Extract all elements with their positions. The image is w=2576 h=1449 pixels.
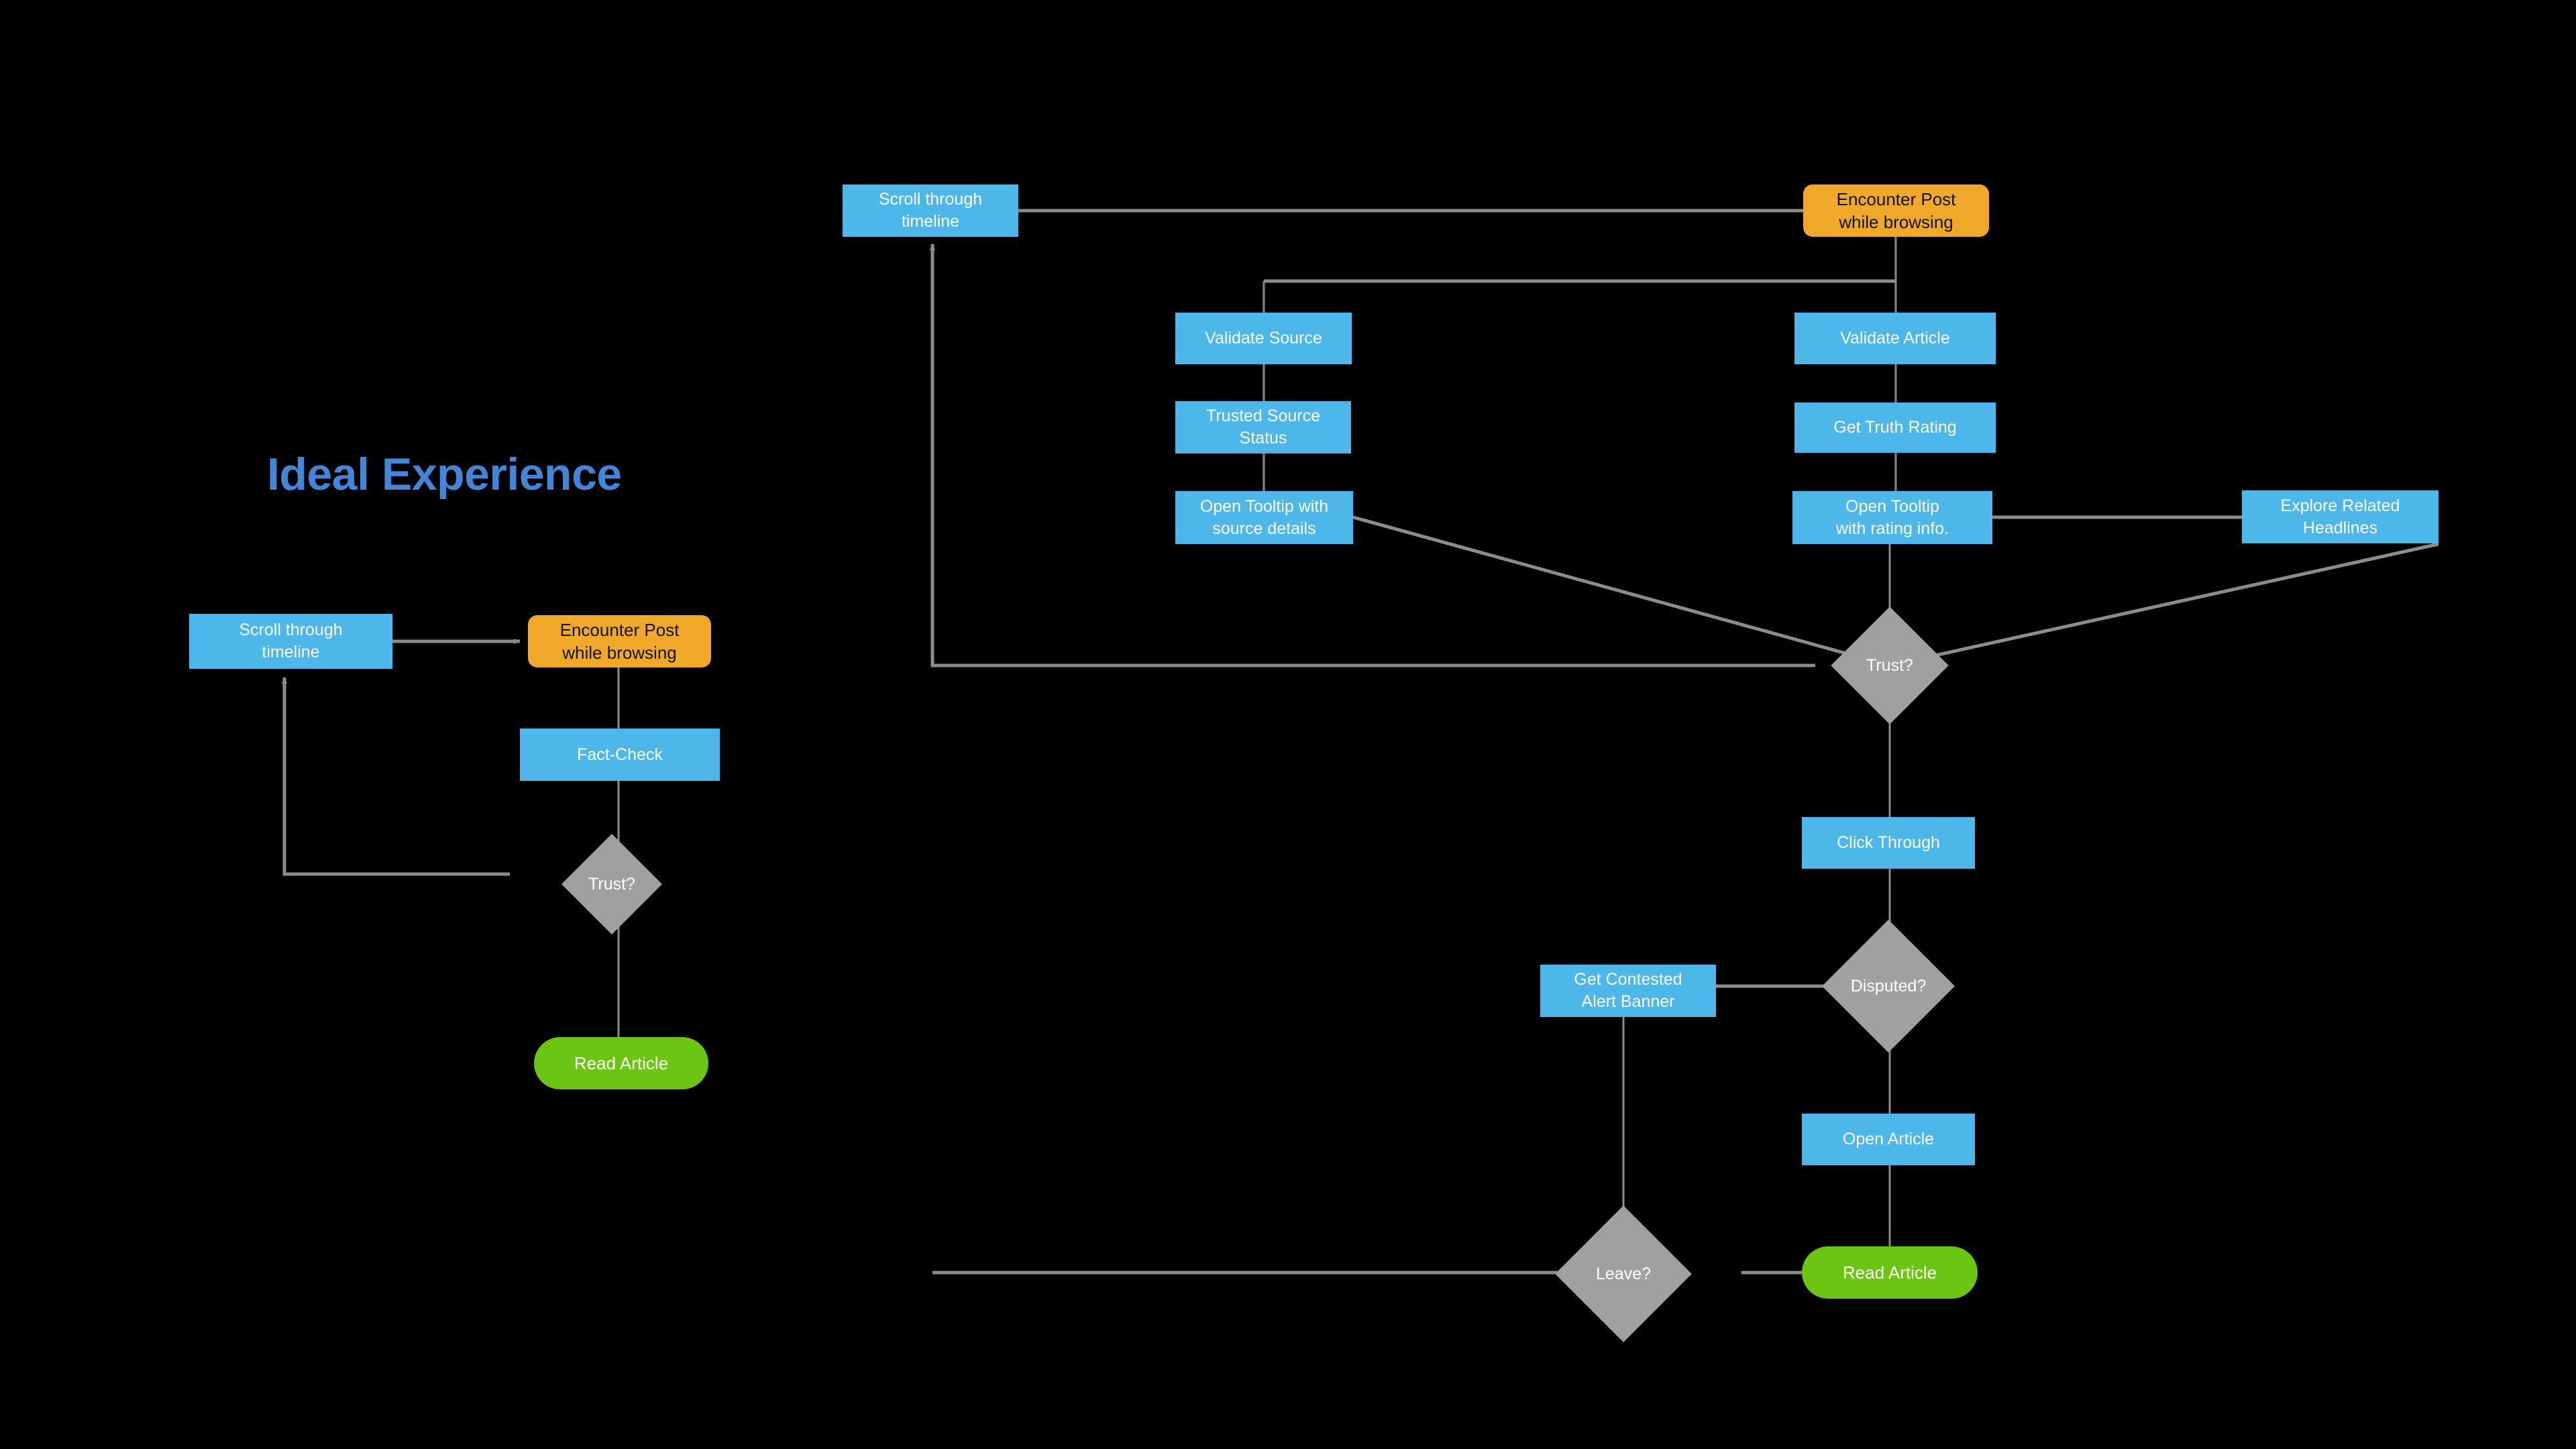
node-label: Click Through xyxy=(1837,833,1940,852)
node-label: Encounter Post while browsing xyxy=(1836,189,1956,232)
node-label: Trust? xyxy=(1866,655,1913,675)
node-label: Encounter Post while browsing xyxy=(559,619,680,663)
node-label: Disputed? xyxy=(1850,976,1927,996)
node-detail-validate-article[interactable]: Validate Article xyxy=(1794,313,1996,364)
node-detail-leave-decision[interactable]: Leave? xyxy=(1555,1205,1692,1342)
node-label: Open Tooltip with source details xyxy=(1199,496,1329,538)
connector-layer xyxy=(282,209,2439,1275)
node-detail-get-truth-rating[interactable]: Get Truth Rating xyxy=(1794,402,1996,453)
node-detail-explore-related-headlines[interactable]: Explore Related Headlines xyxy=(2242,490,2438,543)
node-detail-open-article[interactable]: Open Article xyxy=(1802,1114,1975,1165)
node-detail-open-tooltip-rating-info[interactable]: Open Tooltip with rating info. xyxy=(1792,491,1992,544)
node-detail-read-article[interactable]: Read Article xyxy=(1802,1246,1978,1299)
node-detail-get-contested-alert-banner[interactable]: Get Contested Alert Banner xyxy=(1540,965,1716,1017)
edge-d-trust-loop-back xyxy=(930,244,1815,667)
node-label: Get Contested Alert Banner xyxy=(1574,970,1682,1011)
node-label: Scroll through timeline xyxy=(239,621,343,661)
node-ideal-scroll-through-timeline[interactable]: Scroll through timeline xyxy=(189,614,392,669)
node-detail-encounter-post[interactable]: Encounter Post while browsing xyxy=(1803,184,1989,237)
node-label: Get Truth Rating xyxy=(1833,418,1957,437)
edge-d-explore-to-trust xyxy=(1889,542,2439,667)
node-detail-disputed-decision[interactable]: Disputed? xyxy=(1822,920,1955,1053)
node-detail-click-through[interactable]: Click Through xyxy=(1802,817,1975,869)
node-label: Trust? xyxy=(588,874,635,894)
node-detail-validate-source[interactable]: Validate Source xyxy=(1175,313,1352,364)
node-label: Open Tooltip with rating info. xyxy=(1835,496,1949,538)
node-detail-trust-decision[interactable]: Trust? xyxy=(1831,606,1949,724)
node-label: Trusted Source Status xyxy=(1206,407,1320,447)
node-label: Validate Article xyxy=(1840,329,1950,347)
node-ideal-read-article[interactable]: Read Article xyxy=(534,1037,708,1089)
node-ideal-encounter-post[interactable]: Encounter Post while browsing xyxy=(528,615,711,667)
node-label: Fact-Check xyxy=(577,745,663,764)
node-label: Open Article xyxy=(1842,1130,1935,1148)
node-ideal-trust-decision[interactable]: Trust? xyxy=(561,834,662,934)
node-label: Validate Source xyxy=(1205,329,1322,347)
node-ideal-fact-check[interactable]: Fact-Check xyxy=(520,729,720,781)
node-detail-open-tooltip-source-details[interactable]: Open Tooltip with source details xyxy=(1175,491,1353,544)
node-label: Read Article xyxy=(574,1053,669,1073)
node-detail-trusted-source-status[interactable]: Trusted Source Status xyxy=(1175,401,1351,453)
page-title: Ideal Experience xyxy=(267,449,622,500)
node-label: Read Article xyxy=(1842,1262,1937,1283)
diagram-canvas: Ideal Experience Scroll through timeline … xyxy=(0,0,2576,1449)
edge-ideal-trust-loop-back xyxy=(282,677,510,876)
node-label: Explore Related Headlines xyxy=(2280,496,2400,537)
node-detail-scroll-through-timeline[interactable]: Scroll through timeline xyxy=(843,184,1018,237)
node-label: Scroll through timeline xyxy=(878,190,983,231)
node-label: Leave? xyxy=(1595,1264,1652,1283)
